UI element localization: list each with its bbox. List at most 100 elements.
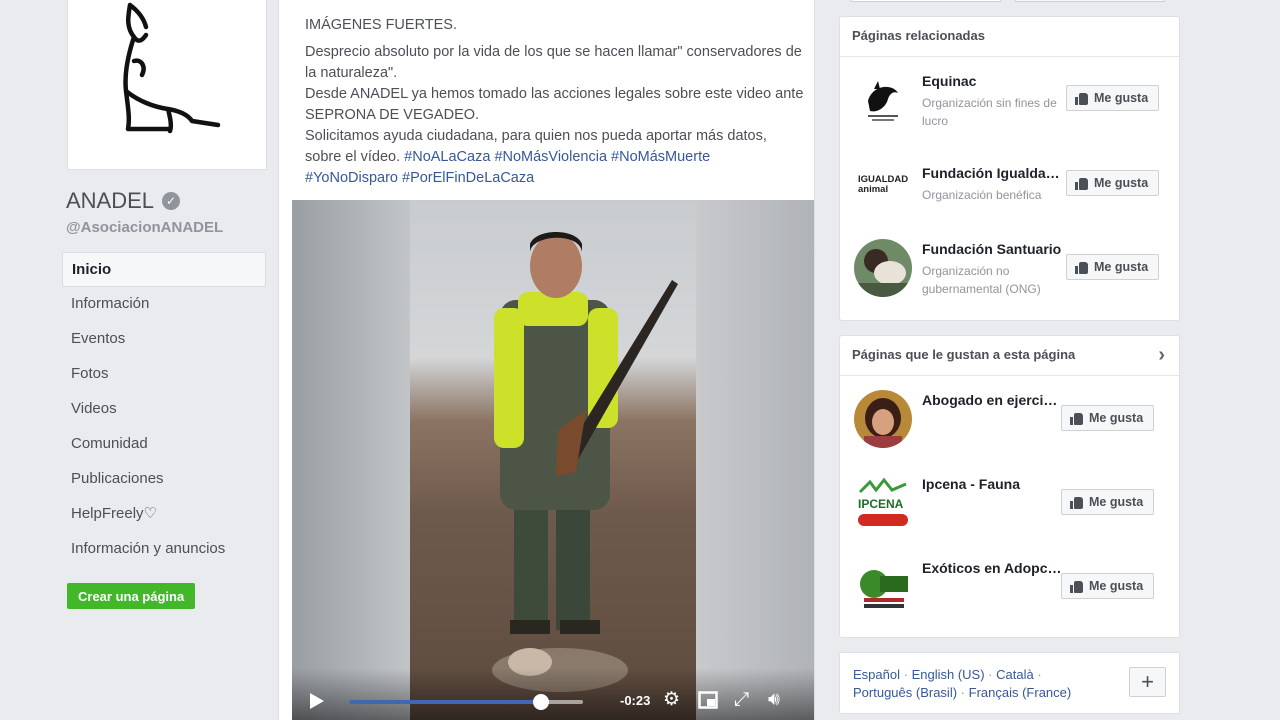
liked-page-item[interactable]: Abogado en ejercicio Me gusta	[840, 390, 1179, 470]
post-line-request: Solicitamos ayuda ciudadana, para quien …	[305, 126, 805, 189]
anadel-logo-icon	[123, 2, 221, 134]
nav-item-informacion[interactable]: Información	[62, 287, 266, 322]
nav-item-publicaciones[interactable]: Publicaciones	[62, 462, 266, 497]
related-page-category: Organización sin fines de lucro	[922, 96, 1057, 128]
verified-icon: ✓	[162, 192, 181, 210]
post-line-contempt: Desprecio absoluto por la vida de los qu…	[305, 44, 802, 81]
nav-item-inicio[interactable]: Inicio	[62, 252, 266, 287]
post-line-legal: Desde ANADEL ya hemos tomado las accione…	[305, 86, 804, 123]
like-button-label: Me gusta	[1094, 91, 1149, 105]
left-column: ANADEL ✓ @AsociacionANADEL Inicio Inform…	[0, 0, 280, 720]
settings-gear-icon[interactable]: ⚙	[663, 690, 680, 710]
video-controls: -0:23 ⚙ ⤢ 🔊︎	[292, 668, 814, 720]
ipcena-logo-icon[interactable]: IPCENA	[854, 474, 912, 532]
language-link[interactable]: Català	[996, 667, 1034, 682]
liked-pages-header[interactable]: Páginas que le gustan a esta página ›	[840, 336, 1179, 376]
hashtag-link[interactable]: #PorElFinDeLaCaza	[402, 170, 534, 186]
page-nav: Inicio Información Eventos Fotos Videos …	[62, 252, 266, 567]
language-separator: ·	[960, 685, 966, 700]
language-link[interactable]: Français (France)	[969, 685, 1072, 700]
exoticos-logo-icon[interactable]	[854, 558, 912, 616]
language-separator: ·	[1037, 667, 1042, 682]
language-selector-card: Español · English (US) · Català · Portug…	[839, 652, 1180, 714]
related-page-name[interactable]: Fundación Santuario	[922, 241, 1068, 257]
page-handle[interactable]: @AsociacionANADEL	[66, 219, 223, 236]
related-pages-title: Páginas relacionadas	[840, 17, 1179, 57]
related-pages-card: Páginas relacionadas Equinac Organizació…	[839, 16, 1180, 321]
hashtag-link[interactable]: #NoALaCaza	[404, 149, 490, 165]
nav-item-eventos[interactable]: Eventos	[62, 322, 266, 357]
create-page-button[interactable]: Crear una página	[67, 583, 196, 609]
like-button-label: Me gusta	[1094, 176, 1149, 190]
language-separator: ·	[903, 667, 908, 682]
language-link[interactable]: Español	[853, 667, 900, 682]
video-progress-bar[interactable]	[349, 694, 583, 710]
nav-item-informacion-anuncios[interactable]: Información y anuncios	[62, 532, 266, 567]
igualdad-animal-logo-icon[interactable]: IGUALDAD animal	[854, 163, 912, 221]
like-button[interactable]: Me gusta	[1061, 573, 1155, 599]
related-page-item[interactable]: Equinac Organización sin fines de lucro …	[840, 71, 1179, 151]
top-strip	[839, 0, 1180, 2]
volume-icon[interactable]: 🔊︎	[768, 690, 780, 710]
like-button[interactable]: Me gusta	[1066, 170, 1160, 196]
equinac-logo-icon[interactable]	[854, 71, 912, 129]
video-progress-fill	[349, 700, 541, 704]
language-separator: ·	[988, 667, 993, 682]
hashtag-link[interactable]: #NoMásViolencia	[494, 149, 607, 165]
liked-pages-title: Páginas que le gustan a esta página	[852, 347, 1076, 362]
like-button-label: Me gusta	[1089, 495, 1144, 509]
like-button[interactable]: Me gusta	[1066, 85, 1160, 111]
santuario-avatar-icon[interactable]	[854, 239, 912, 297]
profile-picture[interactable]	[67, 0, 267, 170]
thumbs-up-icon	[1070, 496, 1083, 509]
thumbs-up-icon	[1070, 580, 1083, 593]
language-list: Español · English (US) · Català · Portug…	[853, 666, 1113, 702]
video-scrubber-handle[interactable]	[532, 694, 549, 710]
related-page-name[interactable]: Fundación Igualdad Animal	[922, 165, 1068, 181]
add-language-button[interactable]: +	[1129, 667, 1166, 697]
liked-page-item[interactable]: IPCENA Ipcena - Fauna Me gusta	[840, 474, 1179, 554]
chevron-right-icon[interactable]: ›	[1158, 336, 1165, 374]
thumbs-up-icon	[1070, 412, 1083, 425]
video-time-remaining: -0:23	[620, 693, 651, 708]
like-button[interactable]: Me gusta	[1061, 405, 1155, 431]
like-button-label: Me gusta	[1094, 260, 1149, 274]
thumbs-up-icon	[1075, 261, 1088, 274]
nav-item-fotos[interactable]: Fotos	[62, 357, 266, 392]
liked-page-name[interactable]: Ipcena - Fauna	[922, 476, 1062, 492]
hunter-image	[492, 232, 678, 692]
thumbs-up-icon	[1075, 92, 1088, 105]
related-page-category: Organización no gubernamental (ONG)	[922, 264, 1041, 296]
igualdad-animal-logo-text: IGUALDAD animal	[854, 163, 912, 221]
liked-page-name[interactable]: Exóticos en Adopción	[922, 560, 1062, 576]
nav-item-helpfreely[interactable]: HelpFreely♡	[62, 497, 266, 532]
picture-in-picture-icon[interactable]	[698, 690, 718, 715]
hashtag-link[interactable]: #NoMásMuerte	[611, 149, 710, 165]
fullscreen-icon[interactable]: ⤢	[734, 690, 749, 710]
video-frame	[410, 200, 696, 720]
liked-page-name[interactable]: Abogado en ejercicio	[922, 392, 1062, 408]
post-line-warning: IMÁGENES FUERTES.	[305, 17, 458, 33]
page-title[interactable]: ANADEL ✓	[66, 188, 181, 214]
like-button-label: Me gusta	[1089, 411, 1144, 425]
video-blur-left	[292, 200, 410, 720]
language-link[interactable]: Português (Brasil)	[853, 685, 957, 700]
like-button[interactable]: Me gusta	[1066, 254, 1160, 280]
play-icon[interactable]	[310, 693, 324, 709]
related-page-category: Organización benéfica	[922, 188, 1042, 202]
video-player[interactable]: -0:23 ⚙ ⤢ 🔊︎	[292, 200, 814, 720]
hashtag-link[interactable]: #YoNoDisparo	[305, 170, 398, 186]
like-button-label: Me gusta	[1089, 579, 1144, 593]
liked-page-item[interactable]: Exóticos en Adopción Me gusta	[840, 558, 1179, 638]
liked-pages-card: Páginas que le gustan a esta página › Abo…	[839, 335, 1180, 638]
abogado-avatar-icon[interactable]	[854, 390, 912, 448]
related-page-name[interactable]: Equinac	[922, 73, 1068, 89]
like-button[interactable]: Me gusta	[1061, 489, 1155, 515]
post-text: IMÁGENES FUERTES. Desprecio absoluto por…	[305, 15, 805, 189]
nav-item-videos[interactable]: Videos	[62, 392, 266, 427]
nav-item-comunidad[interactable]: Comunidad	[62, 427, 266, 462]
language-link[interactable]: English (US)	[912, 667, 985, 682]
video-blur-right	[696, 200, 814, 720]
related-page-item[interactable]: IGUALDAD animal Fundación Igualdad Anima…	[840, 163, 1179, 243]
related-page-item[interactable]: Fundación Santuario Organización no gube…	[840, 239, 1179, 319]
